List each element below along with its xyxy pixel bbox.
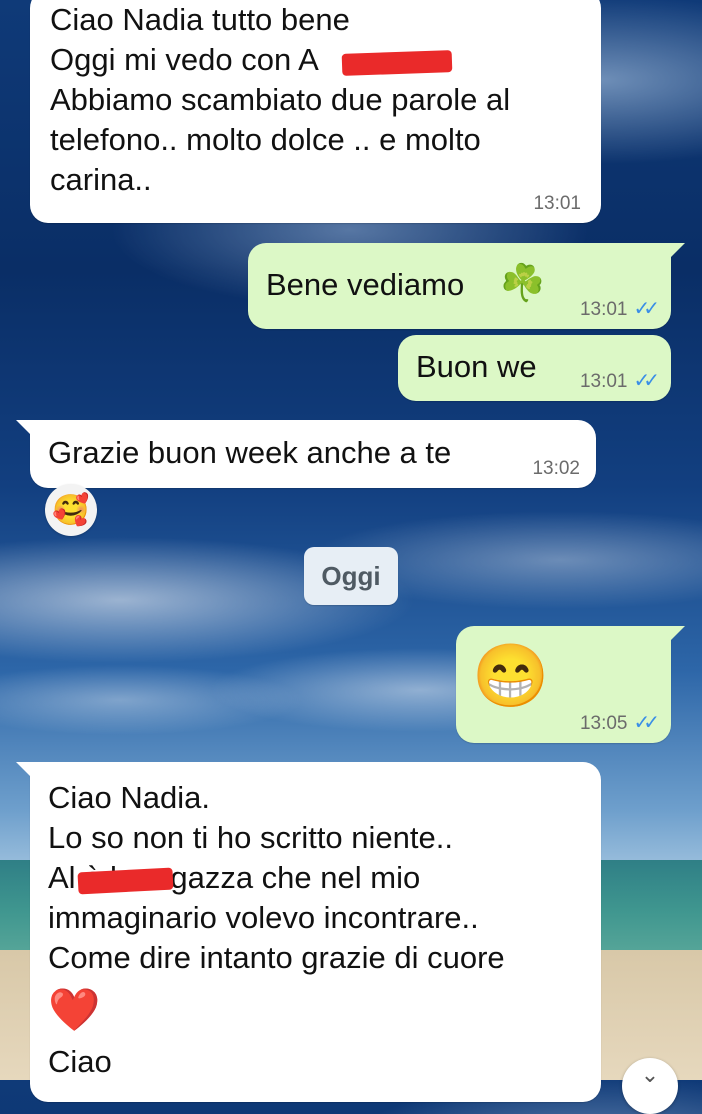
read-receipt-icon: ✓✓ [633, 298, 659, 320]
message-incoming[interactable]: Ciao Nadia tutto bene Oggi mi vedo con A… [30, 0, 601, 223]
message-status: 13:05 ✓✓ [579, 710, 660, 735]
message-incoming[interactable]: Grazie buon week anche a te 13:02 [16, 420, 596, 488]
grinning-face-icon: 😁 [472, 642, 550, 711]
four-leaf-clover-icon: ☘️ [500, 262, 545, 303]
message-status: 13:01 ✓✓ [579, 368, 660, 393]
message-time: 13:01 [579, 299, 628, 320]
message-outgoing[interactable]: 😁 13:05 ✓✓ [456, 626, 685, 743]
chevron-down-icon: ⌄ [640, 1062, 660, 1087]
message-time: 13:01 [533, 193, 581, 214]
bubble-tail [665, 243, 685, 263]
message-outgoing[interactable]: Bene vediamo ☘️ 13:01 ✓✓ [248, 243, 685, 329]
message-text: Bene vediamo [266, 267, 465, 302]
smiling-face-hearts-icon: 🥰 [52, 493, 90, 527]
read-receipt-icon: ✓✓ [633, 712, 659, 734]
message-time: 13:02 [532, 458, 580, 479]
message-text: Grazie buon week anche a te [48, 435, 452, 470]
scroll-to-bottom-button[interactable]: ⌄ [622, 1058, 678, 1114]
message-status: 13:01 ✓✓ [579, 296, 660, 321]
reaction-badge[interactable]: 🥰 [45, 484, 97, 536]
redaction-mark [341, 50, 453, 76]
red-heart-icon: ❤️ [48, 986, 101, 1033]
message-text: Ciao Nadia tutto bene Oggi mi vedo con A… [50, 2, 511, 197]
date-divider: Oggi [304, 547, 398, 605]
bubble-tail [16, 762, 36, 782]
message-text-closing: Ciao [48, 1044, 112, 1079]
message-time: 13:01 [579, 371, 628, 392]
message-time: 13:05 [579, 713, 628, 734]
message-outgoing[interactable]: Buon we 13:01 ✓✓ [398, 335, 671, 401]
bubble-tail [665, 626, 685, 646]
bubble-tail [16, 420, 36, 440]
message-text: Buon we [416, 349, 537, 384]
read-receipt-icon: ✓✓ [633, 370, 659, 392]
message-incoming[interactable]: Ciao Nadia. Lo so non ti ho scritto nien… [16, 762, 601, 1102]
